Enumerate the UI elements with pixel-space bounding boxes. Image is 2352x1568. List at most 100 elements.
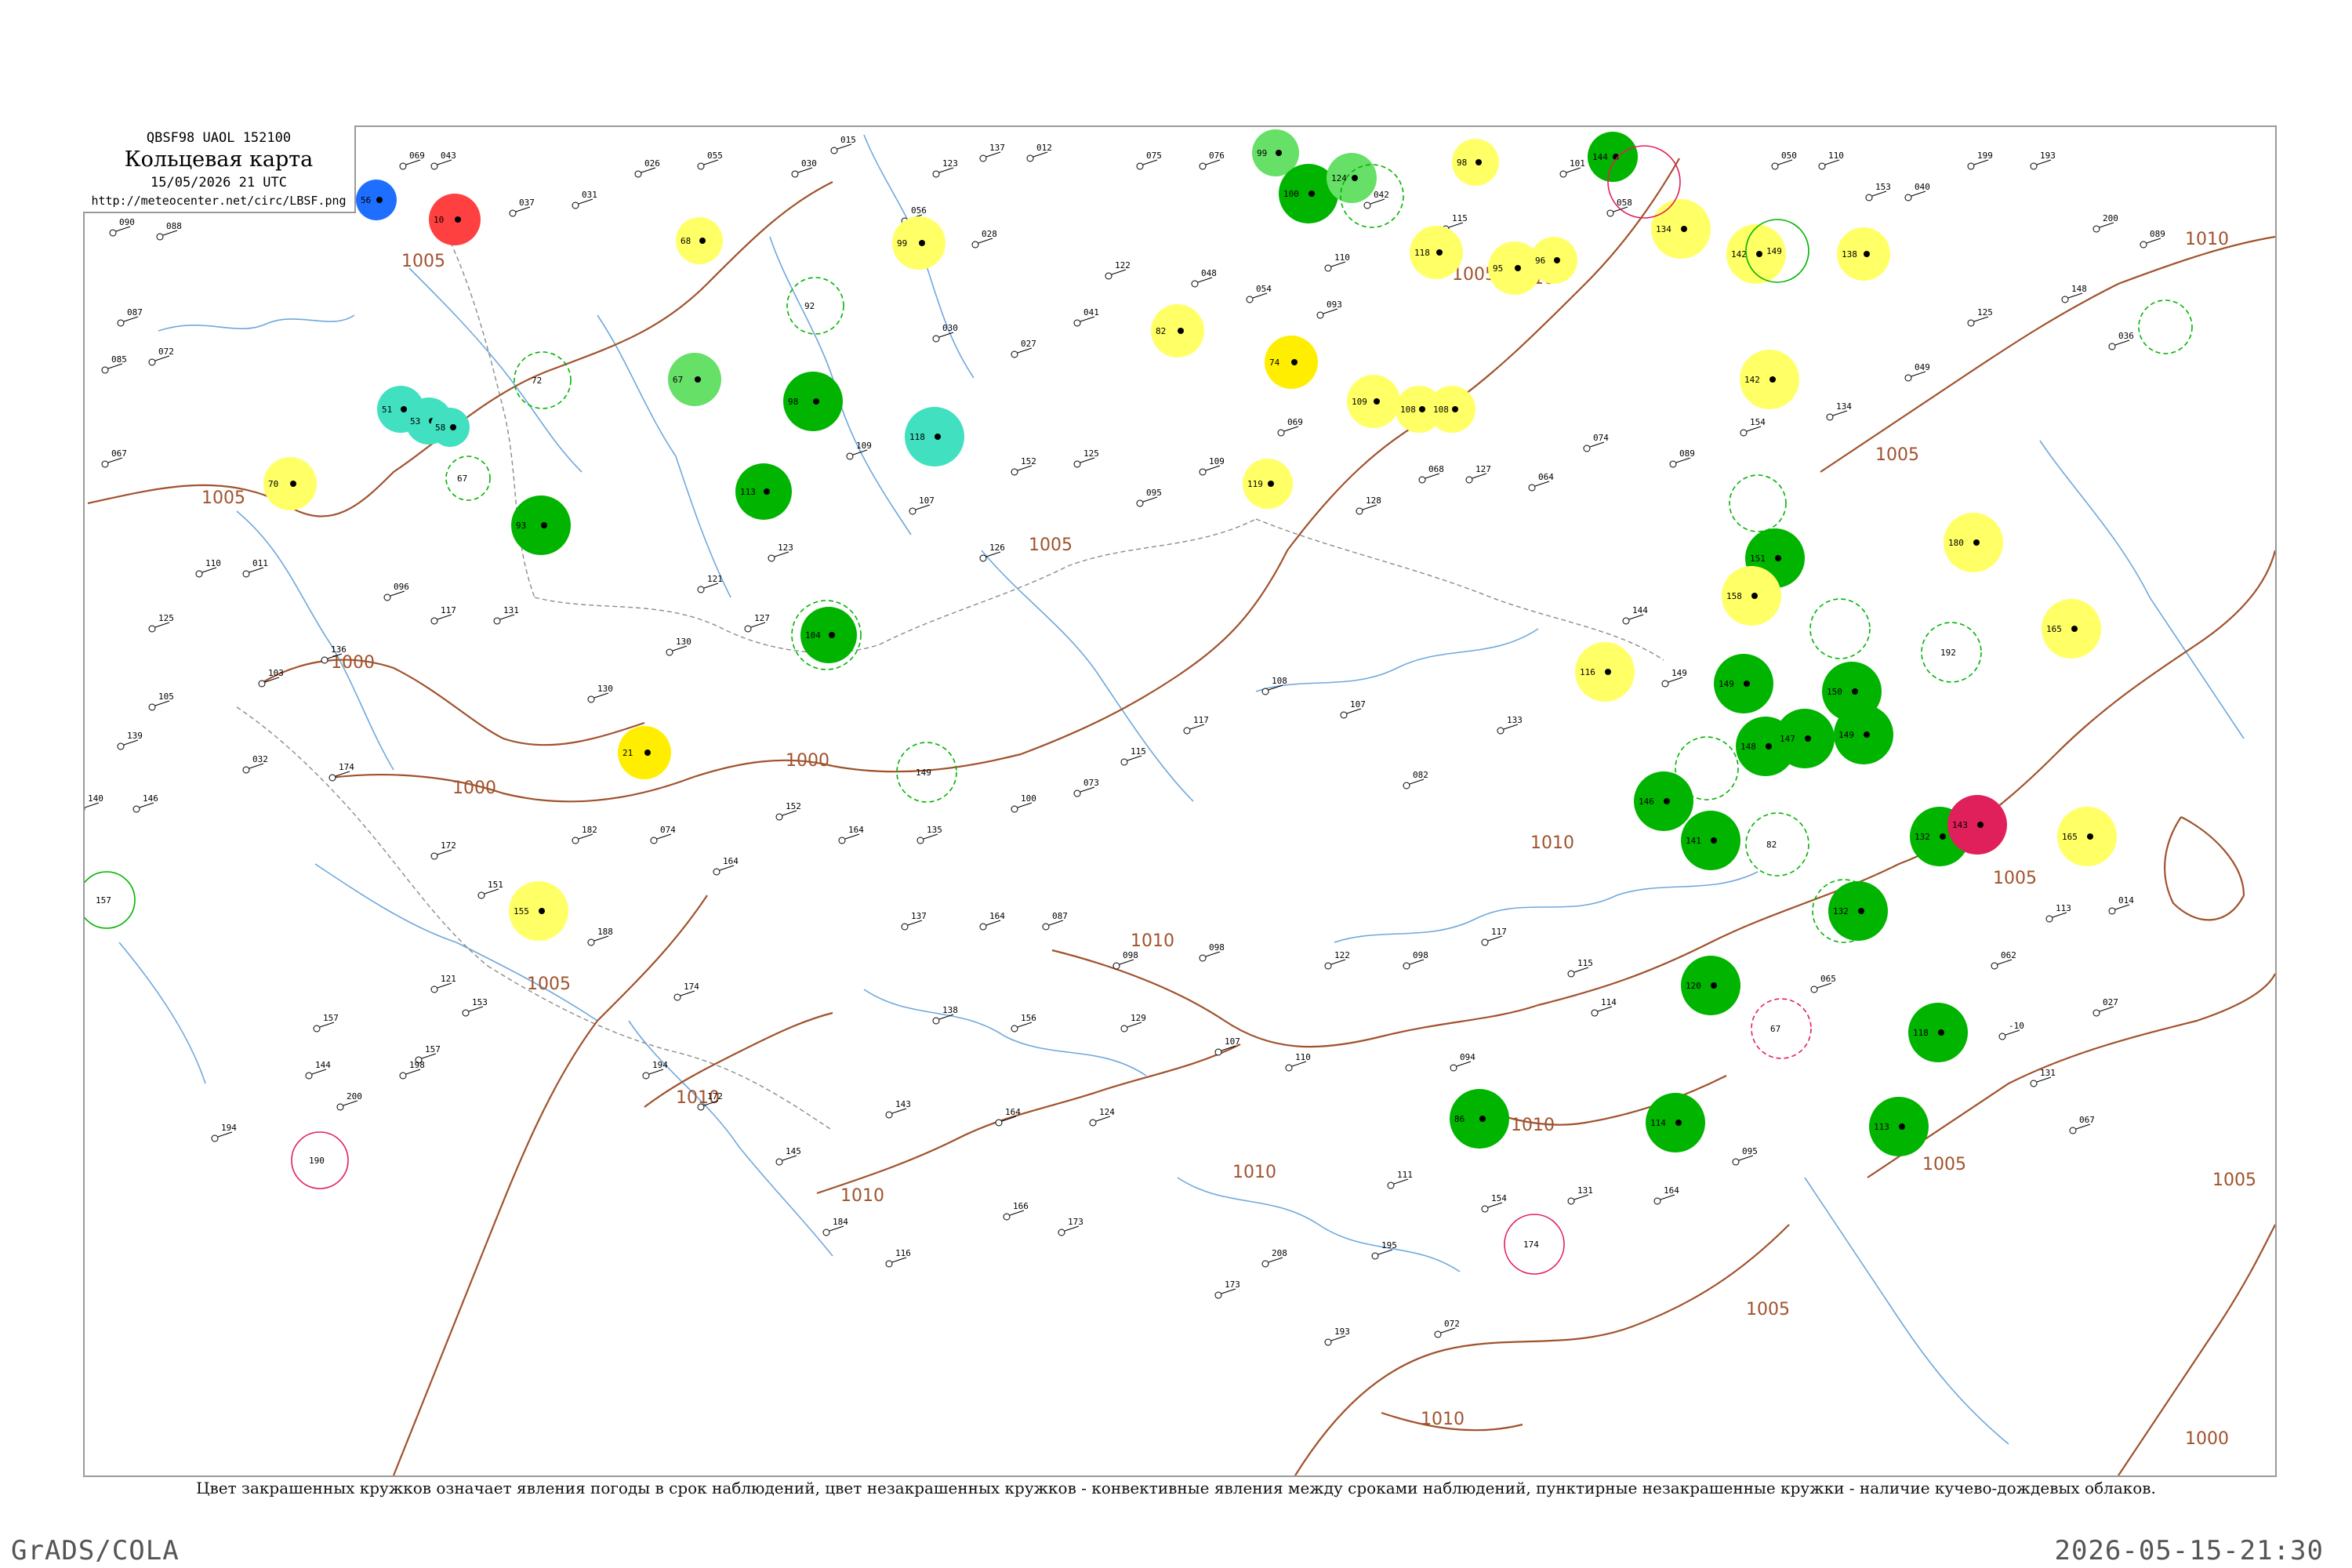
station-marker <box>1324 962 1332 970</box>
station-pressure: 100 <box>1021 793 1036 804</box>
station-marker <box>117 319 125 327</box>
station-value: 124 <box>1331 173 1347 183</box>
station-pressure: 115 <box>1577 958 1593 968</box>
station-pressure: 031 <box>582 190 597 200</box>
station-marker <box>1528 484 1536 492</box>
chart-title: Кольцевая карта <box>124 147 314 172</box>
isobar-label: 1010 <box>1421 1410 1465 1429</box>
station-pressure: 090 <box>119 217 135 227</box>
station-marker <box>1136 162 1144 170</box>
station-pressure: 056 <box>911 205 927 216</box>
convective-open-circle[interactable] <box>1675 736 1739 800</box>
station-pressure: 135 <box>927 825 942 835</box>
station-pressure: 067 <box>111 448 127 459</box>
station-pressure: 123 <box>942 158 958 169</box>
station-pressure: 154 <box>1750 417 1766 427</box>
station-marker <box>995 1119 1003 1127</box>
station-marker <box>791 170 799 178</box>
station-pressure: 208 <box>1272 1248 1287 1258</box>
station-pressure: 114 <box>1601 997 1617 1007</box>
station-marker <box>148 703 156 711</box>
station-dot <box>1268 481 1274 487</box>
station-marker <box>979 154 987 162</box>
station-dot <box>1864 251 1870 257</box>
convective-open-circle[interactable] <box>1745 812 1809 877</box>
station-marker <box>1246 296 1254 303</box>
station-value: 138 <box>1842 249 1857 260</box>
station-marker <box>650 837 658 844</box>
station-marker <box>1191 280 1199 288</box>
station-pressure: 172 <box>441 840 456 851</box>
station-pressure: 174 <box>684 982 699 992</box>
station-value: 143 <box>1952 820 1968 830</box>
station-pressure: 026 <box>644 158 660 169</box>
convective-open-circle[interactable] <box>1809 598 1871 659</box>
station-value: 100 <box>1283 189 1299 199</box>
map-frame: 1005100510001000100510051000101010051010… <box>83 125 2277 1477</box>
station-marker <box>885 1111 893 1119</box>
station-marker <box>305 1072 313 1080</box>
station-value: 92 <box>804 301 815 311</box>
station-value: 58 <box>435 423 445 433</box>
station-dot <box>813 398 819 405</box>
station-pressure: 174 <box>339 762 354 772</box>
station-value: 113 <box>1874 1122 1889 1132</box>
station-value: 86 <box>1454 1114 1465 1124</box>
convective-open-circle[interactable] <box>514 351 572 409</box>
source-url[interactable]: http://meteocenter.net/circ/LBSF.png <box>83 194 354 208</box>
station-dot <box>1711 837 1717 844</box>
station-value: 68 <box>681 236 691 246</box>
chart-date: 15/05/2026 21 UTC <box>151 175 287 191</box>
station-dot <box>450 424 456 430</box>
station-pressure: 082 <box>1413 770 1428 780</box>
station-marker <box>430 852 438 860</box>
station-pressure: 184 <box>833 1217 848 1227</box>
station-dot <box>1751 593 1758 599</box>
station-pressure: 050 <box>1781 151 1797 161</box>
station-pressure: 109 <box>856 441 872 451</box>
station-pressure: 157 <box>323 1013 339 1023</box>
station-pressure: 117 <box>1193 715 1209 725</box>
station-pressure: 096 <box>394 582 409 592</box>
station-pressure: 164 <box>989 911 1005 921</box>
station-dot <box>1973 539 1980 546</box>
station-value: 99 <box>897 238 907 249</box>
station-marker <box>1199 954 1207 962</box>
station-marker <box>932 170 940 178</box>
station-marker <box>1073 789 1081 797</box>
station-value: 67 <box>1770 1024 1780 1034</box>
station-marker <box>148 358 156 366</box>
station-marker <box>2108 907 2116 915</box>
convective-open-circle[interactable] <box>445 456 491 501</box>
convective-open-circle[interactable] <box>1729 474 1787 532</box>
convective-open-circle[interactable] <box>786 277 844 335</box>
station-marker <box>242 570 250 578</box>
station-pressure: -10 <box>2009 1021 2024 1031</box>
convective-open-circle[interactable] <box>2138 299 2193 354</box>
station-marker <box>1340 711 1348 719</box>
station-pressure: 067 <box>2079 1115 2095 1125</box>
station-pressure: 040 <box>1915 182 1930 192</box>
station-marker <box>1418 476 1426 484</box>
convective-open-circle[interactable] <box>1751 998 1812 1059</box>
station-value: 118 <box>1913 1028 1929 1038</box>
station-pressure: 198 <box>409 1060 425 1070</box>
station-marker <box>1481 938 1489 946</box>
station-marker <box>258 680 266 688</box>
station-marker <box>2045 915 2053 923</box>
station-marker <box>1112 962 1120 970</box>
station-pressure: 087 <box>127 307 143 318</box>
station-pressure: 015 <box>840 135 856 145</box>
convective-open-circle[interactable] <box>1607 145 1681 219</box>
station-dot <box>1419 406 1425 412</box>
station-value: 149 <box>1719 679 1734 689</box>
station-value: 104 <box>805 630 821 641</box>
station-dot <box>539 908 545 914</box>
station-marker <box>713 868 720 876</box>
station-marker <box>1183 727 1191 735</box>
station-pressure: 109 <box>1209 456 1225 466</box>
station-marker <box>430 617 438 625</box>
station-pressure: 126 <box>989 543 1005 553</box>
station-marker <box>909 507 916 515</box>
station-marker <box>1042 923 1050 931</box>
